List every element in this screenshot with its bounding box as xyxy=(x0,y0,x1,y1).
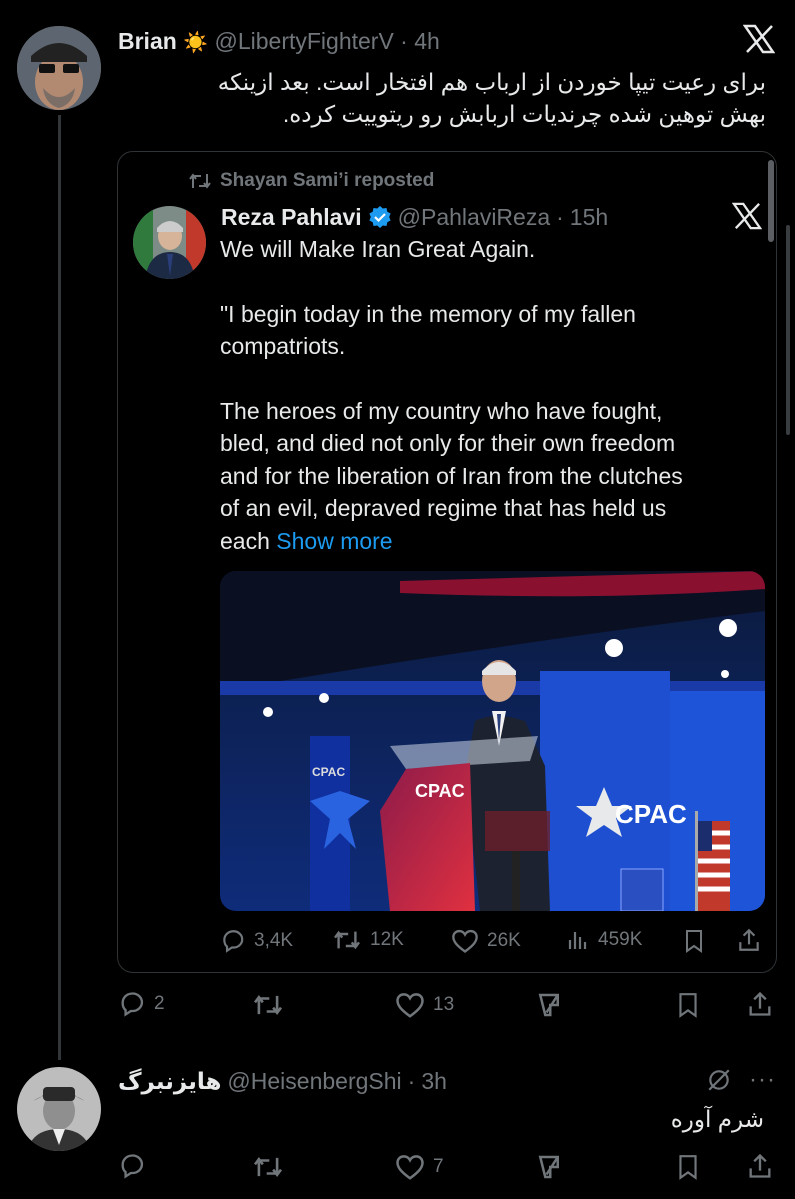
quoted-text-line: "I begin today in the memory of my falle… xyxy=(220,300,636,327)
post-header: Brian ☀️ @LibertyFighterV · 4h xyxy=(118,28,440,54)
like-button[interactable]: 13 xyxy=(395,991,454,1019)
bookmark-icon xyxy=(686,930,702,953)
reply-icon xyxy=(121,1154,144,1179)
handle[interactable]: @HeisenbergShi xyxy=(227,1066,401,1096)
retweet-icon xyxy=(334,930,360,950)
grok-button[interactable] xyxy=(534,1152,564,1187)
share-icon xyxy=(739,928,759,951)
reply-count: 2 xyxy=(154,993,165,1014)
reply-icon xyxy=(223,930,244,953)
quoted-text-line: of an evil, depraved regime that has hel… xyxy=(220,495,667,521)
repost-label[interactable]: Shayan Sami’i reposted xyxy=(220,170,434,192)
like-count: 13 xyxy=(433,994,455,1015)
bookmark-button[interactable] xyxy=(675,1153,701,1186)
verified-badge-icon xyxy=(369,206,391,228)
display-name[interactable]: Reza Pahlavi xyxy=(221,202,362,232)
x-logo-icon xyxy=(742,24,776,59)
retweet-icon xyxy=(253,1157,283,1177)
post-text: برای رعیت تیپا خوردن از ارباب هم افتخار … xyxy=(118,66,766,130)
reply-button[interactable] xyxy=(118,1152,154,1180)
retweet-button[interactable] xyxy=(252,1154,292,1180)
views-icon xyxy=(568,932,587,949)
retweet-icon xyxy=(253,995,283,1015)
share-button[interactable] xyxy=(736,927,762,958)
share-button[interactable] xyxy=(746,1152,774,1185)
scrollbar-track[interactable] xyxy=(786,225,790,435)
avatar[interactable] xyxy=(17,26,101,110)
post-text-line: برای رعیت تیپا خوردن از ارباب هم افتخار … xyxy=(217,69,766,95)
grok-button[interactable] xyxy=(534,990,564,1025)
quoted-text-line: compatriots. xyxy=(220,333,346,359)
share-icon xyxy=(749,1153,771,1178)
quoted-text-line: The heroes of my country who have fought… xyxy=(220,397,663,424)
display-name[interactable]: هایزنبرگ xyxy=(118,1066,221,1096)
avatar[interactable] xyxy=(133,206,206,279)
like-count: 7 xyxy=(433,1156,444,1177)
grok-icon xyxy=(538,993,559,1017)
image-cpac-podium: CPAC xyxy=(415,781,465,801)
like-count: 26K xyxy=(487,930,521,951)
thread-line xyxy=(58,115,61,1060)
x-logo-icon xyxy=(731,202,763,235)
reply-icon xyxy=(121,992,144,1017)
quoted-text: We will Make Iran Great Again. "I begin … xyxy=(220,233,770,557)
repost-indicator: Shayan Sami’i reposted xyxy=(188,170,434,192)
image-cpac-banner: CPAC xyxy=(312,765,345,779)
quoted-text-line: each xyxy=(220,527,270,554)
timestamp[interactable]: 15h xyxy=(570,202,608,232)
quoted-header: Reza Pahlavi @PahlaviReza · 15h xyxy=(221,202,609,232)
retweet-count: 12K xyxy=(370,929,404,950)
quoted-text-line: We will Make Iran Great Again. xyxy=(220,236,536,262)
heart-icon xyxy=(452,929,478,953)
timestamp[interactable]: 4h xyxy=(414,28,440,54)
reply-count: 3,4K xyxy=(254,930,294,951)
grok-icon[interactable] xyxy=(706,1067,732,1098)
views-count: 459K xyxy=(598,929,643,950)
retweet-button[interactable]: 12K xyxy=(332,928,404,952)
more-options-icon[interactable]: ··· xyxy=(749,1066,776,1094)
post-header: هایزنبرگ @HeisenbergShi · 3h xyxy=(118,1066,447,1096)
display-name[interactable]: Brian xyxy=(118,28,177,54)
retweet-icon xyxy=(189,173,211,189)
scrollbar[interactable] xyxy=(768,160,774,242)
heart-icon xyxy=(396,1155,424,1180)
grok-icon xyxy=(538,1155,559,1179)
reply-button[interactable]: 2 xyxy=(118,990,165,1018)
show-more-link[interactable]: Show more xyxy=(276,528,392,554)
handle[interactable]: @PahlaviReza xyxy=(398,202,550,232)
quoted-text-line: bled, and died not only for their own fr… xyxy=(220,430,676,456)
avatar[interactable] xyxy=(17,1067,101,1151)
image-cpac-screen: CPAC xyxy=(615,799,687,829)
bookmark-icon xyxy=(679,993,697,1018)
bookmark-icon xyxy=(679,1155,697,1180)
post-text: شرم آوره xyxy=(670,1106,764,1132)
post-text-line: بهش توهین شده چرندیات اربابش رو ریتوییت … xyxy=(282,101,766,127)
quoted-text-line: and for the liberation of Iran from the … xyxy=(220,462,683,489)
heart-icon xyxy=(396,993,424,1018)
bookmark-button[interactable] xyxy=(675,991,701,1024)
post-image[interactable]: CPAC CPAC CPAC xyxy=(220,571,765,911)
like-button[interactable]: 26K xyxy=(451,928,521,954)
bookmark-button[interactable] xyxy=(682,928,706,959)
handle[interactable]: @LibertyFighterV xyxy=(214,28,393,54)
like-button[interactable]: 7 xyxy=(395,1153,444,1181)
share-icon xyxy=(749,991,771,1016)
sun-icon: ☀️ xyxy=(183,32,209,54)
quoted-post-card[interactable]: Shayan Sami’i reposted Reza Pahlavi @Pah… xyxy=(117,151,777,973)
reply-button[interactable]: 3,4K xyxy=(220,928,293,954)
views-button[interactable]: 459K xyxy=(566,928,642,952)
timestamp[interactable]: 3h xyxy=(421,1066,447,1096)
share-button[interactable] xyxy=(746,990,774,1023)
retweet-button[interactable] xyxy=(252,992,292,1018)
